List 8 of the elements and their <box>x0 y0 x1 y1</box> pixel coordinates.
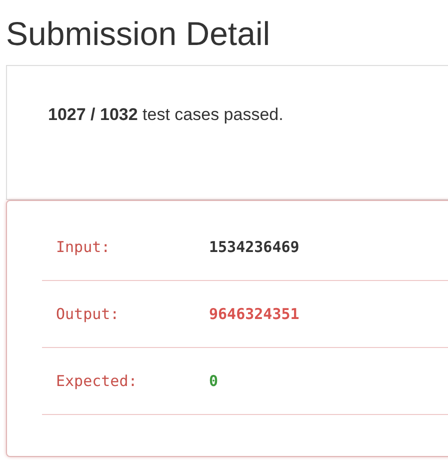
field-label: Input: <box>56 236 112 258</box>
field-value: 0 <box>209 370 218 392</box>
field-label: Expected: <box>56 370 138 392</box>
summary-text: 1027 / 1032 test cases passed. <box>48 104 284 126</box>
field-value: 9646324351 <box>209 304 300 325</box>
page-title: Submission Detail <box>5 14 272 54</box>
field-label: Output: <box>56 304 120 325</box>
field-value: 1534236469 <box>209 236 300 258</box>
